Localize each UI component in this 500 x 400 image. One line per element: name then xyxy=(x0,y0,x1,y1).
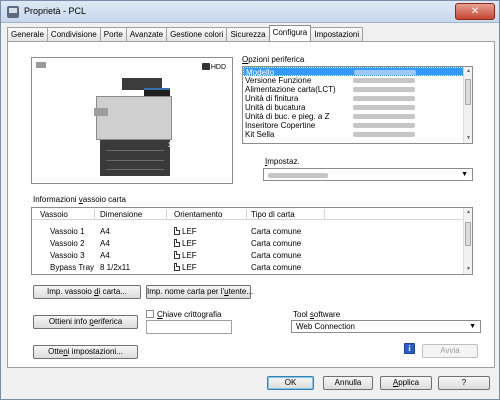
scroll-thumb[interactable] xyxy=(465,79,471,105)
tab-ports[interactable]: Porte xyxy=(99,27,127,41)
software-tool-dropdown[interactable]: Web Connection ▼ xyxy=(291,320,481,333)
tab-color-management[interactable]: Gestione colori xyxy=(166,27,228,41)
chevron-down-icon: ▼ xyxy=(461,171,468,178)
tray-settings-button[interactable]: Imp. vassoio di carta... xyxy=(33,285,141,299)
encryption-label: Chiave crittografia xyxy=(157,310,222,319)
help-button[interactable]: ? xyxy=(438,376,490,390)
list-item[interactable]: Unità di buc. e pieg. a Z xyxy=(243,112,472,121)
software-tool-value: Web Connection xyxy=(296,322,355,331)
tab-sharing[interactable]: Condivisione xyxy=(46,27,101,41)
tab-configure[interactable]: Configura xyxy=(268,25,312,41)
scroll-up-icon[interactable]: ▲ xyxy=(464,67,472,76)
list-item[interactable]: Inseritore Copertine xyxy=(243,121,472,130)
options-listbox[interactable]: Modello Versione Funzione Alimentazione … xyxy=(242,66,473,144)
apply-button[interactable]: Applica xyxy=(380,376,432,390)
ok-button[interactable]: OK xyxy=(267,376,314,390)
table-row[interactable]: Vassoio 2 A4 LEF Carta comune xyxy=(32,237,464,249)
tray-list-scrollbar[interactable]: ▲ ▼ xyxy=(463,208,472,274)
list-item[interactable]: Kit Sella xyxy=(243,130,472,139)
paper-orientation-icon xyxy=(174,227,180,235)
list-item[interactable]: Unità di finitura xyxy=(243,94,472,103)
hdd-label: HDD xyxy=(210,64,226,71)
tab-settings[interactable]: Impostazioni xyxy=(310,27,364,41)
printer-image: 1 xyxy=(94,78,174,178)
table-row[interactable]: Vassoio 1 A4 LEF Carta comune xyxy=(32,225,464,237)
options-scrollbar[interactable]: ▲ ▼ xyxy=(463,67,472,143)
close-button[interactable]: ✕ xyxy=(455,3,495,20)
properties-window: Proprietà - PCL ✕ Generale Condivisione … xyxy=(0,0,500,400)
hdd-icon xyxy=(201,63,210,70)
column-header[interactable]: Vassoio xyxy=(40,210,68,219)
title-bar: Proprietà - PCL ✕ xyxy=(1,1,499,23)
window-title: Proprietà - PCL xyxy=(24,6,87,16)
list-item[interactable]: Alimentazione carta(LCT) xyxy=(243,85,472,94)
redacted-text xyxy=(268,173,328,178)
column-header[interactable]: Tipo di carta xyxy=(251,210,295,219)
settings-label: Impostaz. xyxy=(265,157,300,166)
encryption-checkbox[interactable] xyxy=(146,310,154,318)
printer-icon xyxy=(7,6,19,18)
launch-button[interactable]: Avvia xyxy=(422,344,478,358)
hdd-badge: HDD xyxy=(201,63,226,71)
encryption-key-input[interactable] xyxy=(146,320,232,334)
paper-orientation-icon xyxy=(174,239,180,247)
user-paper-name-button[interactable]: Imp. nome carta per l'utente... xyxy=(146,285,253,299)
software-tool-label: Tool software xyxy=(293,310,341,319)
column-header[interactable]: Orientamento xyxy=(174,210,222,219)
tray-list[interactable]: Vassoio Dimensione Orientamento Tipo di … xyxy=(31,207,473,275)
list-item[interactable]: Modello xyxy=(243,67,472,77)
options-label: Opzioni periferica xyxy=(242,55,305,64)
tab-advanced[interactable]: Avanzate xyxy=(125,27,168,41)
settings-dropdown[interactable]: ▼ xyxy=(263,168,473,181)
list-item[interactable]: Unità di bucatura xyxy=(243,103,472,112)
paper-orientation-icon xyxy=(174,251,180,259)
tray-list-header: Vassoio Dimensione Orientamento Tipo di … xyxy=(32,208,464,220)
redacted-text xyxy=(36,62,46,68)
scroll-up-icon[interactable]: ▲ xyxy=(464,208,472,217)
scroll-down-icon[interactable]: ▼ xyxy=(464,265,472,274)
tray-info-title: Informazioni vassoio carta xyxy=(33,195,126,204)
device-preview: HDD 1 xyxy=(31,57,233,184)
table-row[interactable]: Bypass Tray 8 1/2x11 LEF Carta comune xyxy=(32,261,464,273)
scroll-thumb[interactable] xyxy=(465,222,471,246)
tab-security[interactable]: Sicurezza xyxy=(226,27,270,41)
paper-orientation-icon xyxy=(174,263,180,271)
unit-number: 1 xyxy=(168,142,172,149)
info-icon[interactable]: i xyxy=(404,343,415,354)
cancel-button[interactable]: Annulla xyxy=(323,376,373,390)
get-device-info-button[interactable]: Ottieni info periferica xyxy=(33,315,138,329)
tab-strip: Generale Condivisione Porte Avanzate Ges… xyxy=(7,25,364,41)
scroll-down-icon[interactable]: ▼ xyxy=(464,134,472,143)
chevron-down-icon: ▼ xyxy=(469,323,476,330)
column-header[interactable]: Dimensione xyxy=(100,210,142,219)
tab-general[interactable]: Generale xyxy=(7,27,48,41)
get-settings-button[interactable]: Otteni impostazioni... xyxy=(33,345,138,359)
table-row[interactable]: Vassoio 3 A4 LEF Carta comune xyxy=(32,249,464,261)
list-item[interactable]: Versione Funzione xyxy=(243,76,472,85)
